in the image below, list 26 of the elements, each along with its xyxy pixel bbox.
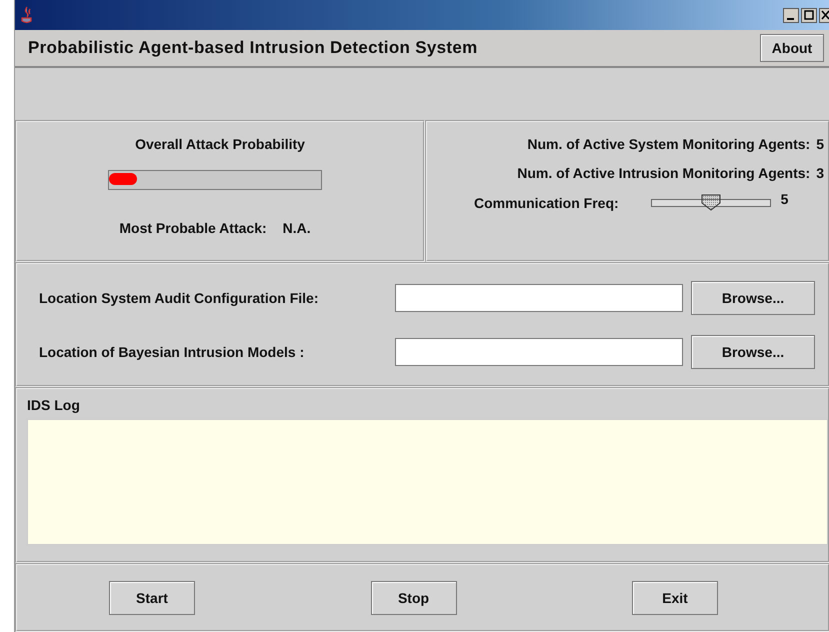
system-agents-label: Num. of Active System Monitoring Agents: <box>527 136 810 152</box>
maximize-icon[interactable] <box>801 8 817 22</box>
slider-thumb[interactable] <box>700 194 721 211</box>
path-label: Location System Audit Configuration File: <box>39 290 320 306</box>
close-icon[interactable] <box>819 8 829 22</box>
log-title: IDS Log <box>27 397 81 413</box>
intrusion-agents-label: Num. of Active Intrusion Monitoring Agents: <box>517 165 810 181</box>
app-title: Probabilistic Agent-based Intrusion Detection System <box>28 38 478 58</box>
frequency-label: Communication Freq: <box>474 195 619 211</box>
frequency-slider[interactable] <box>650 194 771 212</box>
path-field[interactable] <box>395 338 683 366</box>
frequency-value: 5 <box>780 191 788 207</box>
attack-value: N.A. <box>282 220 311 236</box>
intrusion-agents-count: 3 <box>816 165 824 181</box>
browse-button[interactable]: Browse... <box>691 280 815 314</box>
action-button[interactable]: Exit <box>632 580 718 614</box>
path-label: Location of Bayesian Intrusion Models : <box>39 344 306 360</box>
probability-label: Overall Attack Probability <box>135 136 305 152</box>
attack-label: Most Probable Attack: <box>119 220 267 236</box>
action-button[interactable]: Start <box>109 580 195 614</box>
about-button[interactable]: About <box>760 34 824 62</box>
system-agents-count: 5 <box>816 136 824 152</box>
path-field[interactable] <box>395 284 683 312</box>
minimize-icon[interactable] <box>783 8 799 22</box>
browse-button[interactable]: Browse... <box>691 334 815 368</box>
action-button[interactable]: Stop <box>370 580 456 614</box>
